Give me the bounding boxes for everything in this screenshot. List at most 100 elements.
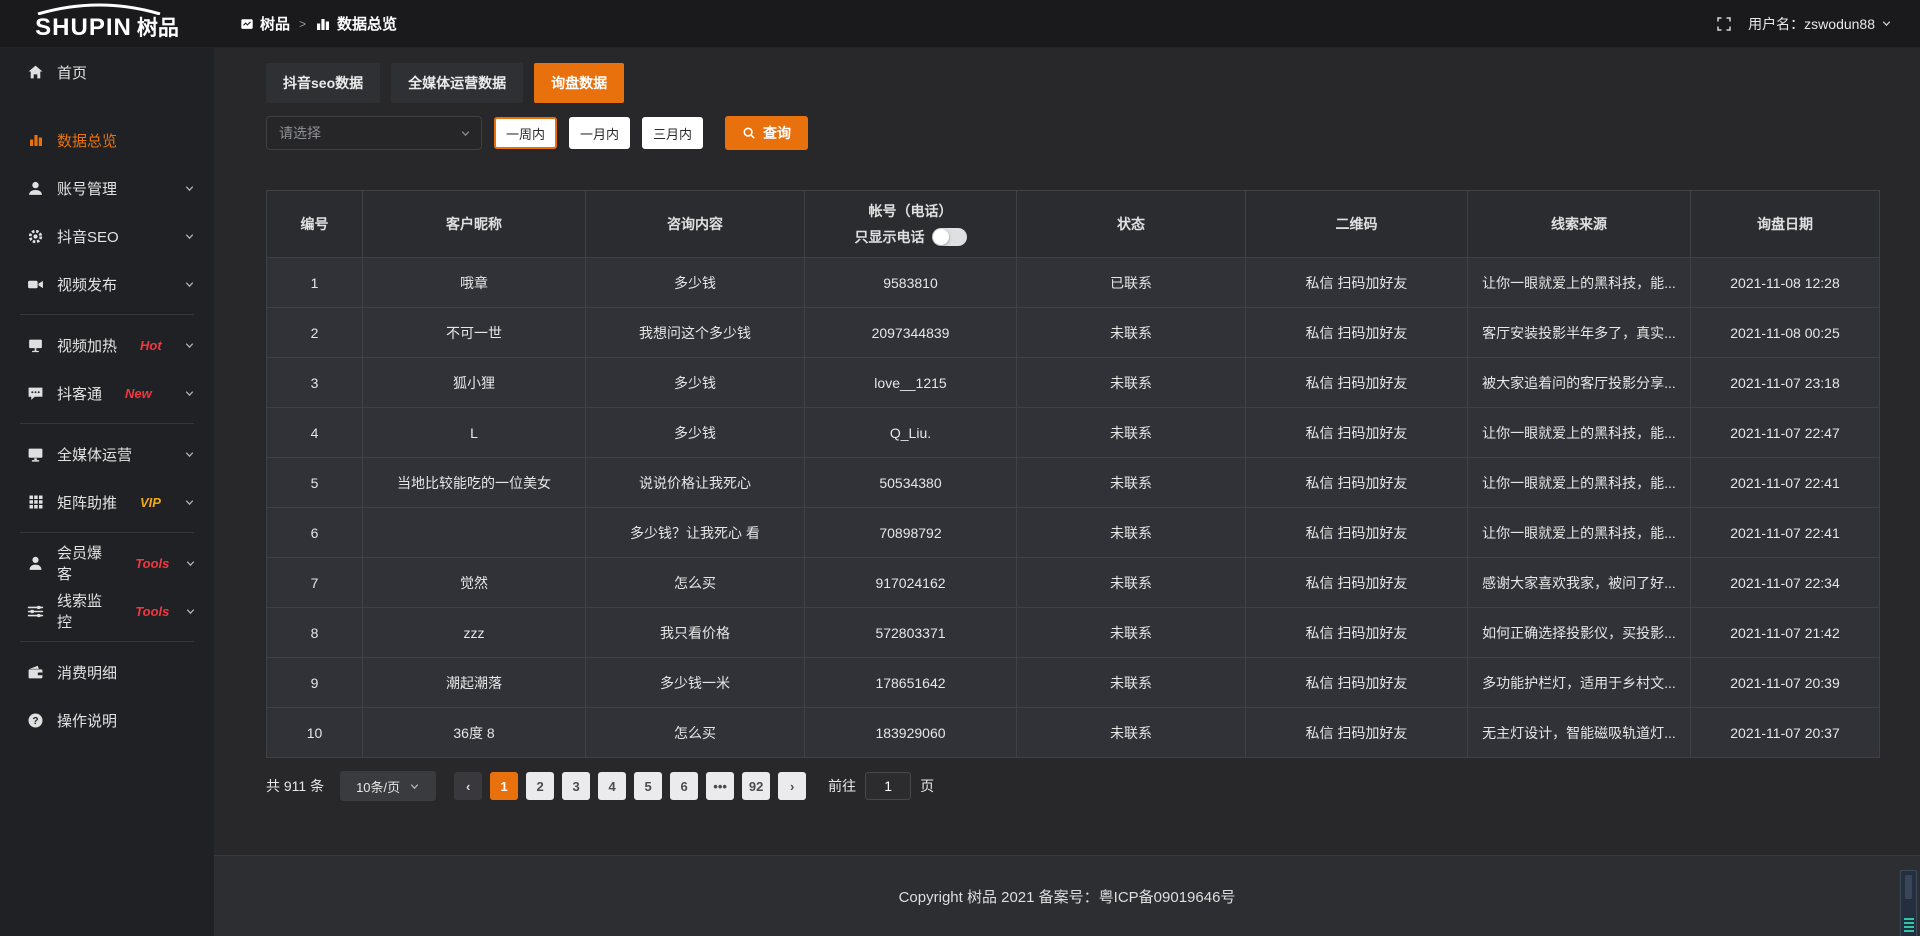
cell-consult-content: 多少钱 (586, 258, 805, 308)
side-extension-widget[interactable] (1900, 870, 1917, 936)
table-row: 3狐小狸多少钱love__1215未联系私信 扫码加好友被大家追着问的客厅投影分… (267, 358, 1880, 408)
cell-lead-source[interactable]: 让你一眼就爱上的黑科技，能... (1468, 508, 1691, 558)
sidebar-item-member-baoke[interactable]: 会员爆客Tools (0, 539, 214, 587)
sidebar-item-home[interactable]: 首页 (0, 48, 214, 96)
cell-consult-content: 我只看价格 (586, 608, 805, 658)
sidebar-item-operation-guide[interactable]: ?操作说明 (0, 696, 214, 744)
breadcrumb-root[interactable]: 树品 (240, 13, 290, 34)
period-button-quarter[interactable]: 三月内 (642, 117, 703, 149)
cell-status: 未联系 (1017, 658, 1246, 708)
cell-nickname: 狐小狸 (363, 358, 586, 408)
main-content: 抖音seo数据全媒体运营数据询盘数据 请选择 一周内一月内三月内 查询 编号 客… (214, 48, 1920, 936)
sidebar-item-label: 账号管理 (57, 178, 117, 199)
page-button-4[interactable]: 4 (598, 772, 626, 800)
sidebar-item-label: 抖客通 (57, 383, 102, 404)
cell-consult-content: 多少钱？让我死心 看 (586, 508, 805, 558)
period-button-month[interactable]: 一月内 (569, 117, 630, 149)
cell-lead-source[interactable]: 让你一眼就爱上的黑科技，能... (1468, 258, 1691, 308)
cell-qrcode-action[interactable]: 私信 扫码加好友 (1246, 458, 1468, 508)
top-header: SHUPIN 树品 树品 > 数据总览 用户名：zswodun88 (0, 0, 1920, 48)
sidebar-divider (20, 423, 194, 424)
user-icon (27, 180, 44, 197)
cell-qrcode-action[interactable]: 私信 扫码加好友 (1246, 608, 1468, 658)
cell-lead-source[interactable]: 感谢大家喜欢我家，被问了好... (1468, 558, 1691, 608)
tab-douyin-seo-data[interactable]: 抖音seo数据 (266, 63, 380, 103)
home-icon (27, 64, 44, 81)
prev-page-button[interactable]: ‹ (454, 772, 482, 800)
sidebar-item-account-management[interactable]: 账号管理 (0, 164, 214, 212)
cell-qrcode-action[interactable]: 私信 扫码加好友 (1246, 508, 1468, 558)
column-header-qrcode: 二维码 (1246, 191, 1468, 258)
app-logo: SHUPIN 树品 (0, 0, 214, 48)
cell-lead-source[interactable]: 无主灯设计，智能磁吸轨道灯... (1468, 708, 1691, 758)
cell-nickname: zzz (363, 608, 586, 658)
goto-suffix-label: 页 (920, 776, 934, 796)
cell-lead-source[interactable]: 被大家追着问的客厅投影分享... (1468, 358, 1691, 408)
sidebar-item-douketong[interactable]: 抖客通 New (0, 369, 214, 417)
goto-page-input[interactable] (865, 772, 911, 800)
cell-qrcode-action[interactable]: 私信 扫码加好友 (1246, 258, 1468, 308)
new-badge: New (125, 386, 152, 401)
cell-qrcode-action[interactable]: 私信 扫码加好友 (1246, 658, 1468, 708)
sidebar-item-douyin-seo[interactable]: 抖音SEO (0, 212, 214, 260)
cell-qrcode-action[interactable]: 私信 扫码加好友 (1246, 558, 1468, 608)
cell-qrcode-action[interactable]: 私信 扫码加好友 (1246, 358, 1468, 408)
chevron-down-icon (181, 340, 198, 351)
sidebar-item-video-heating[interactable]: 视频加热Hot (0, 321, 214, 369)
cell-lead-source[interactable]: 如何正确选择投影仪，买投影... (1468, 608, 1691, 658)
table-row: 5当地比较能吃的一位美女说说价格让我死心50534380未联系私信 扫码加好友让… (267, 458, 1880, 508)
page-button-1[interactable]: 1 (490, 772, 518, 800)
tools-badge: Tools (135, 556, 169, 571)
fullscreen-icon[interactable] (1716, 16, 1732, 32)
cell-nickname (363, 508, 586, 558)
query-button-label: 查询 (763, 123, 791, 143)
cell-status: 已联系 (1017, 258, 1246, 308)
sidebar-item-data-overview[interactable]: 数据总览 (0, 116, 214, 164)
chevron-down-icon (460, 128, 471, 139)
cell-qrcode-action[interactable]: 私信 扫码加好友 (1246, 708, 1468, 758)
cell-lead-source[interactable]: 让你一眼就爱上的黑科技，能... (1468, 408, 1691, 458)
cell-account: 183929060 (805, 708, 1017, 758)
sidebar-item-matrix-boost[interactable]: 矩阵助推VIP (0, 478, 214, 526)
cell-qrcode-action[interactable]: 私信 扫码加好友 (1246, 308, 1468, 358)
date-range-select[interactable]: 请选择 (266, 116, 482, 150)
sidebar-item-label: 全媒体运营 (57, 444, 132, 465)
page-ellipsis-button[interactable]: ••• (706, 772, 734, 800)
sidebar-item-video-publish[interactable]: 视频发布 (0, 260, 214, 308)
logo-text-cn: 树品 (137, 12, 179, 42)
breadcrumb-current: 数据总览 (315, 13, 397, 34)
table-row: 4L多少钱Q_Liu.未联系私信 扫码加好友让你一眼就爱上的黑科技，能...20… (267, 408, 1880, 458)
user-menu[interactable]: 用户名：zswodun88 (1748, 14, 1892, 34)
page-button-92[interactable]: 92 (742, 772, 770, 800)
breadcrumb-root-label: 树品 (260, 13, 290, 34)
cell-lead-source[interactable]: 让你一眼就爱上的黑科技，能... (1468, 458, 1691, 508)
footer: Copyright 树品 2021 备案号：粤ICP备09019646号 (214, 855, 1920, 936)
sidebar-item-consumption-details[interactable]: 消费明细 (0, 648, 214, 696)
page-button-3[interactable]: 3 (562, 772, 590, 800)
period-button-week[interactable]: 一周内 (494, 117, 557, 149)
column-header-inquiry-date: 询盘日期 (1691, 191, 1880, 258)
page-button-6[interactable]: 6 (670, 772, 698, 800)
tab-media-operation-data[interactable]: 全媒体运营数据 (391, 63, 523, 103)
table-row: 2不可一世我想问这个多少钱2097344839未联系私信 扫码加好友客厅安装投影… (267, 308, 1880, 358)
cell-inquiry-date: 2021-11-07 22:41 (1691, 458, 1880, 508)
cell-lead-source[interactable]: 客厅安装投影半年多了，真实... (1468, 308, 1691, 358)
page-button-2[interactable]: 2 (526, 772, 554, 800)
sidebar-item-lead-monitoring[interactable]: 线索监控Tools (0, 587, 214, 635)
column-header-nickname: 客户昵称 (363, 191, 586, 258)
cell-account: love__1215 (805, 358, 1017, 408)
cell-status: 未联系 (1017, 408, 1246, 458)
cell-inquiry-date: 2021-11-08 12:28 (1691, 258, 1880, 308)
tab-inquiry-data[interactable]: 询盘数据 (534, 63, 624, 103)
cell-inquiry-date: 2021-11-07 21:42 (1691, 608, 1880, 658)
goto-page: 前往 页 (828, 772, 934, 800)
page-size-select[interactable]: 10条/页 (340, 771, 436, 801)
query-button[interactable]: 查询 (725, 116, 808, 150)
sidebar-item-all-media-operation[interactable]: 全媒体运营 (0, 430, 214, 478)
next-page-button[interactable]: › (778, 772, 806, 800)
column-header-lead-source: 线索来源 (1468, 191, 1691, 258)
cell-qrcode-action[interactable]: 私信 扫码加好友 (1246, 408, 1468, 458)
cell-lead-source[interactable]: 多功能护栏灯，适用于乡村文... (1468, 658, 1691, 708)
phone-only-toggle[interactable] (932, 228, 967, 246)
page-button-5[interactable]: 5 (634, 772, 662, 800)
